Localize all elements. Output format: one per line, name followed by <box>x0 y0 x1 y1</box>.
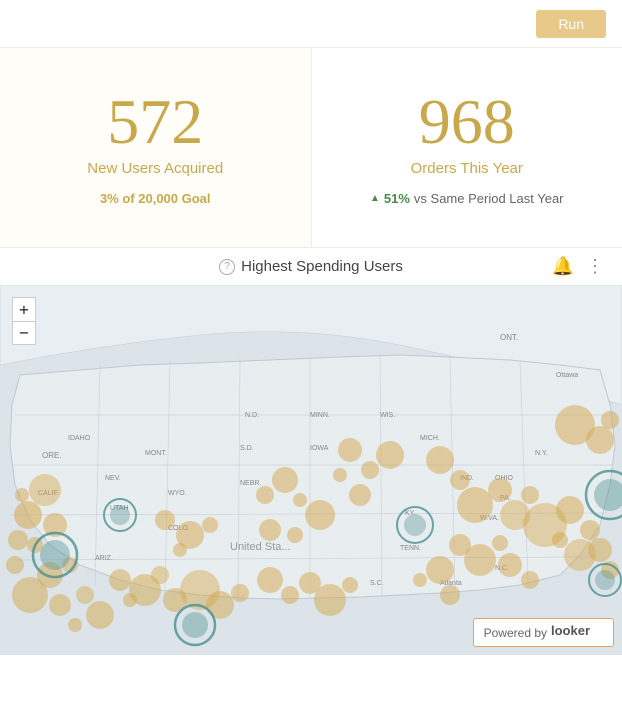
zoom-in-button[interactable]: + <box>12 297 36 321</box>
svg-text:N.D.: N.D. <box>245 412 259 419</box>
svg-text:NEV.: NEV. <box>105 475 121 482</box>
orders-number: 968 <box>419 90 515 154</box>
powered-by-badge: Powered by looker <box>473 618 614 647</box>
users-label: New Users Acquired <box>87 160 223 177</box>
svg-text:WYO.: WYO. <box>168 490 187 497</box>
map-actions: 🔔 ⋮ <box>550 254 606 279</box>
powered-by-text: Powered by <box>484 626 547 640</box>
svg-text:IDAHO: IDAHO <box>68 435 91 442</box>
zoom-controls: + − <box>12 297 36 345</box>
users-sublabel: 3% of 20,000 Goal <box>100 191 211 206</box>
svg-text:N.Y.: N.Y. <box>535 450 548 457</box>
looker-logo-icon: looker <box>551 623 603 639</box>
svg-text:MICH.: MICH. <box>420 435 440 442</box>
zoom-out-button[interactable]: − <box>12 321 36 345</box>
alert-icon-button[interactable]: 🔔 <box>550 254 576 279</box>
map-header: ? Highest Spending Users 🔔 ⋮ <box>0 248 622 285</box>
svg-text:MINN.: MINN. <box>310 412 330 419</box>
orders-change: ▲ 51% vs Same Period Last Year <box>370 191 564 206</box>
map-container: ORE. CALIF. IDAHO NEV. UTAH MONT. WYO. C… <box>0 285 622 655</box>
info-icon[interactable]: ? <box>219 259 235 275</box>
stats-row: 572 New Users Acquired 3% of 20,000 Goal… <box>0 48 622 248</box>
stat-card-users: 572 New Users Acquired 3% of 20,000 Goal <box>0 48 312 247</box>
svg-text:ONT.: ONT. <box>500 333 518 342</box>
svg-text:ORE.: ORE. <box>42 451 62 460</box>
svg-text:NEBR.: NEBR. <box>240 480 261 487</box>
stat-card-orders: 968 Orders This Year ▲ 51% vs Same Perio… <box>312 48 622 247</box>
svg-text:Ottawa: Ottawa <box>556 372 578 379</box>
run-button[interactable]: Run <box>536 10 606 38</box>
map-svg: ORE. CALIF. IDAHO NEV. UTAH MONT. WYO. C… <box>0 285 622 655</box>
svg-text:looker: looker <box>551 623 590 638</box>
looker-brand-text: looker <box>551 623 603 642</box>
map-section: ? Highest Spending Users 🔔 ⋮ <box>0 248 622 655</box>
svg-text:United Sta...: United Sta... <box>230 541 291 553</box>
users-number: 572 <box>107 90 203 154</box>
map-title-container: ? Highest Spending Users <box>219 258 403 275</box>
orders-label: Orders This Year <box>411 160 523 177</box>
map-title-text: Highest Spending Users <box>241 258 403 275</box>
svg-text:S.D.: S.D. <box>240 445 254 452</box>
svg-text:IOWA: IOWA <box>310 445 329 452</box>
svg-text:MONT.: MONT. <box>145 450 167 457</box>
svg-text:TENN.: TENN. <box>400 545 421 552</box>
svg-text:S.C.: S.C. <box>370 580 384 587</box>
header-bar: Run <box>0 0 622 48</box>
change-text: vs Same Period Last Year <box>414 191 564 206</box>
trend-arrow-icon: ▲ <box>370 193 380 204</box>
svg-text:ARIZ.: ARIZ. <box>95 555 113 562</box>
more-options-button[interactable]: ⋮ <box>584 254 606 279</box>
change-percent: 51% <box>384 191 410 206</box>
svg-text:WIS.: WIS. <box>380 412 395 419</box>
